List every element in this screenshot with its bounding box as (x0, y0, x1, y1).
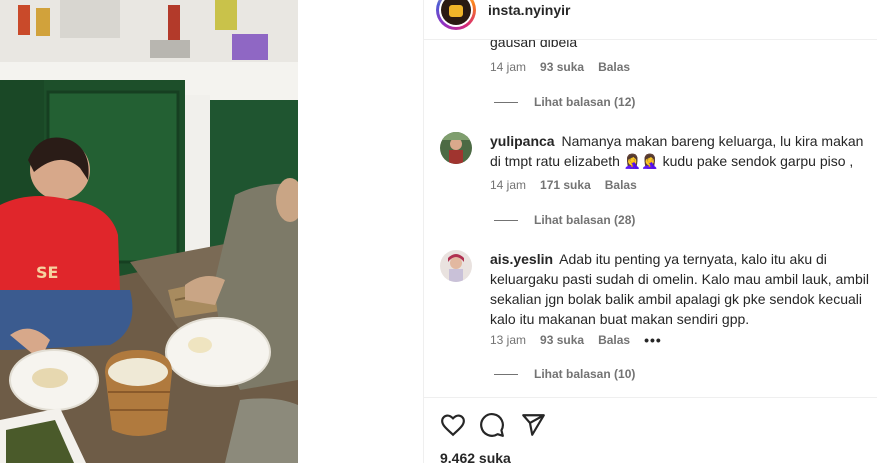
comment-body: yulipanca Namanya makan bareng keluarga,… (490, 131, 870, 171)
replies-divider (494, 101, 518, 103)
avatar[interactable] (436, 0, 476, 30)
comment-username[interactable]: ais.yeslin (490, 251, 553, 267)
view-replies-button[interactable]: Lihat balasan (28) (494, 213, 635, 227)
reply-button[interactable]: Balas (605, 178, 637, 192)
replies-divider (494, 373, 518, 375)
post-video[interactable]: SE (0, 0, 298, 463)
view-replies-label: Lihat balasan (12) (534, 95, 636, 109)
replies-divider (494, 219, 518, 221)
likes-count[interactable]: 9.462 suka (440, 450, 511, 463)
post-actions: 9.462 suka (424, 397, 877, 463)
comment-meta: 14 jam 93 suka Balas (490, 60, 630, 74)
comment-time: 14 jam (490, 178, 527, 192)
avatar[interactable] (440, 250, 472, 282)
post-header: insta.nyinyir (424, 0, 877, 40)
post-username[interactable]: insta.nyinyir (488, 2, 570, 18)
comments-panel: gausah dibela 14 jam 93 suka Balas Lihat… (423, 0, 877, 463)
comment-likes[interactable]: 93 suka (540, 60, 584, 74)
view-replies-label: Lihat balasan (28) (534, 213, 636, 227)
more-options-icon[interactable]: ••• (644, 332, 662, 348)
avatar[interactable] (440, 132, 472, 164)
comment-body: ais.yeslin Adab itu penting ya ternyata,… (490, 249, 870, 329)
comment-time: 13 jam (490, 333, 527, 347)
share-icon[interactable] (520, 412, 546, 438)
reply-button[interactable]: Balas (598, 60, 630, 74)
video-frame-image: SE (0, 0, 298, 463)
heart-icon[interactable] (440, 412, 466, 438)
comments-list[interactable]: gausah dibela 14 jam 93 suka Balas Lihat… (424, 40, 877, 396)
comment-text-truncated: gausah dibela (490, 40, 578, 50)
reply-button[interactable]: Balas (598, 333, 630, 347)
view-replies-button[interactable]: Lihat balasan (12) (494, 95, 635, 109)
view-replies-button[interactable]: Lihat balasan (10) (494, 367, 635, 381)
comment-meta: 13 jam 93 suka Balas ••• (490, 332, 662, 348)
comment-meta: 14 jam 171 suka Balas (490, 178, 637, 192)
comment-time: 14 jam (490, 60, 527, 74)
comment-icon[interactable] (479, 412, 505, 438)
comment-likes[interactable]: 93 suka (540, 333, 584, 347)
comment-username[interactable]: yulipanca (490, 133, 555, 149)
comment-likes[interactable]: 171 suka (540, 178, 591, 192)
svg-text:SE: SE (36, 263, 58, 282)
view-replies-label: Lihat balasan (10) (534, 367, 636, 381)
